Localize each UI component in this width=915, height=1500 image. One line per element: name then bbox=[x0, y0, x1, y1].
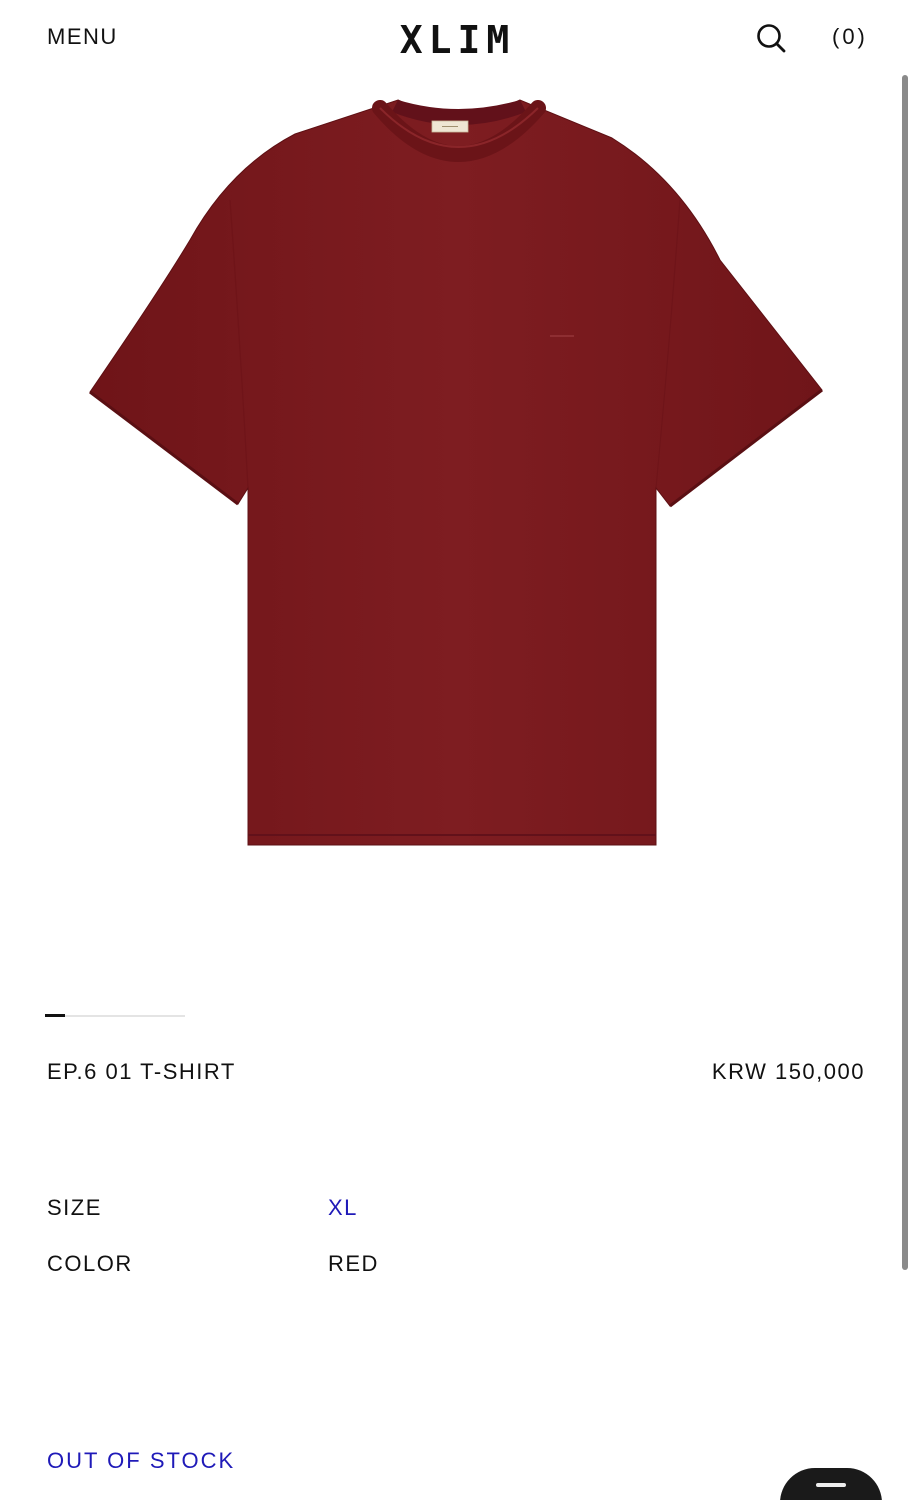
out-of-stock-status[interactable]: OUT OF STOCK bbox=[47, 1448, 235, 1474]
gallery-progress-track bbox=[45, 1015, 185, 1017]
product-image[interactable] bbox=[80, 90, 835, 860]
product-price: KRW 150,000 bbox=[711, 1059, 865, 1084]
product-name: EP.6 01 T-SHIRT bbox=[47, 1059, 236, 1084]
cart-button[interactable]: (0) bbox=[832, 24, 868, 50]
search-icon[interactable] bbox=[755, 22, 787, 54]
chat-icon bbox=[816, 1483, 846, 1487]
size-selector[interactable]: XL bbox=[328, 1195, 358, 1221]
size-label: SIZE bbox=[47, 1195, 102, 1220]
gallery-progress-indicator[interactable] bbox=[45, 1014, 65, 1017]
color-label: COLOR bbox=[47, 1251, 133, 1276]
page-scrollbar[interactable] bbox=[902, 75, 908, 1270]
color-value: RED bbox=[328, 1251, 379, 1276]
chat-button[interactable] bbox=[780, 1468, 882, 1500]
site-header: MENU XLIM (0) bbox=[0, 0, 915, 75]
